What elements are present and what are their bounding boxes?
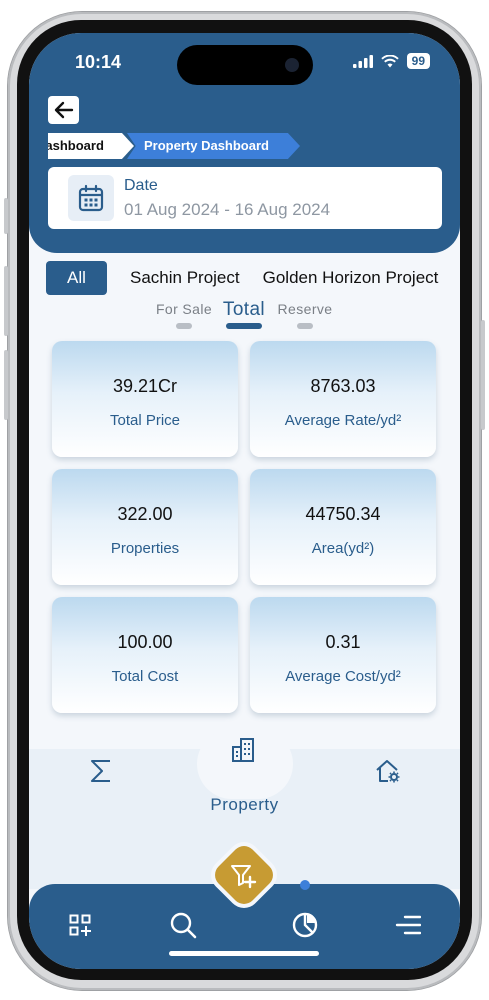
volume-down-button	[4, 350, 8, 420]
stat-value: 100.00	[117, 632, 173, 652]
tab-reserve[interactable]: Reserve	[275, 301, 335, 329]
tab-total[interactable]: Total	[218, 299, 270, 329]
tab-for-sale-label: For Sale	[155, 301, 213, 317]
stat-card-total-price[interactable]: 39.21Cr Total Price	[52, 341, 238, 457]
status-time: 10:14	[75, 52, 122, 72]
breadcrumb-previous[interactable]: Dashboard	[48, 133, 134, 159]
tab-reserve-label: Reserve	[277, 301, 333, 317]
tab-indicator-active	[226, 323, 262, 329]
tab-total-label: Total	[222, 299, 266, 320]
stat-value: 0.31	[325, 632, 361, 652]
stat-card-total-cost[interactable]: 100.00 Total Cost	[52, 597, 238, 713]
stat-card-average-cost[interactable]: 0.31 Average Cost/yd²	[250, 597, 436, 713]
menu-icon[interactable]	[395, 915, 421, 935]
stat-card-properties[interactable]: 322.00 Properties	[52, 469, 238, 585]
stat-value: 44750.34	[305, 504, 381, 524]
date-range-value: 01 Aug 2024 - 16 Aug 2024	[124, 200, 331, 219]
project-tab-sachin[interactable]: Sachin Project	[130, 268, 240, 288]
power-button	[481, 320, 485, 430]
calendar-icon	[68, 175, 114, 221]
stat-label: Properties	[110, 540, 180, 557]
tab-indicator	[176, 323, 192, 329]
project-tab-golden-horizon[interactable]: Golden Horizon Project	[263, 268, 439, 288]
status-icons: 99	[352, 53, 430, 69]
project-tab-all[interactable]: All	[46, 261, 107, 295]
back-button[interactable]	[48, 96, 79, 124]
grid-add-icon[interactable]	[69, 914, 91, 936]
signal-icon	[352, 54, 373, 68]
wifi-icon	[380, 54, 399, 67]
stat-value: 8763.03	[310, 376, 376, 396]
stat-value: 39.21Cr	[112, 376, 178, 396]
project-tabs: All Sachin Project Golden Horizon Projec…	[46, 261, 438, 295]
pie-chart-icon[interactable]	[291, 911, 319, 939]
building-icon[interactable]	[231, 737, 257, 763]
stat-label: Average Cost/yd²	[285, 668, 401, 685]
sigma-icon[interactable]	[90, 758, 112, 784]
stat-label: Area(yd²)	[311, 540, 375, 557]
stat-card-area[interactable]: 44750.34 Area(yd²)	[250, 469, 436, 585]
stat-label: Total Price	[109, 412, 181, 429]
screen: 10:14 99 Dashboard Property Dashboard	[29, 33, 460, 969]
stat-value: 322.00	[117, 504, 173, 524]
date-filter-card[interactable]: Date 01 Aug 2024 - 16 Aug 2024	[48, 167, 442, 229]
sale-status-tabs: For Sale Total Reserve	[29, 299, 460, 333]
active-tab-dot	[300, 880, 310, 890]
tab-indicator	[297, 323, 313, 329]
filter-add-icon[interactable]	[229, 861, 259, 891]
camera-icon	[285, 58, 299, 72]
search-icon[interactable]	[169, 911, 197, 939]
stat-card-average-rate[interactable]: 8763.03 Average Rate/yd²	[250, 341, 436, 457]
battery-indicator: 99	[406, 53, 430, 69]
stat-label: Average Rate/yd²	[284, 412, 402, 429]
breadcrumb-current: Property Dashboard	[127, 133, 300, 159]
volume-up-button	[4, 266, 8, 336]
header: 10:14 99 Dashboard Property Dashboard	[29, 33, 460, 253]
home-indicator	[169, 951, 319, 956]
action-button	[4, 198, 8, 234]
dynamic-island	[177, 45, 313, 85]
tab-for-sale[interactable]: For Sale	[154, 301, 214, 329]
date-label: Date	[124, 177, 158, 194]
arrow-left-icon	[54, 101, 73, 119]
property-nav-title[interactable]: Property	[29, 795, 460, 815]
home-settings-icon[interactable]	[375, 759, 401, 783]
stat-label: Total Cost	[111, 668, 179, 685]
